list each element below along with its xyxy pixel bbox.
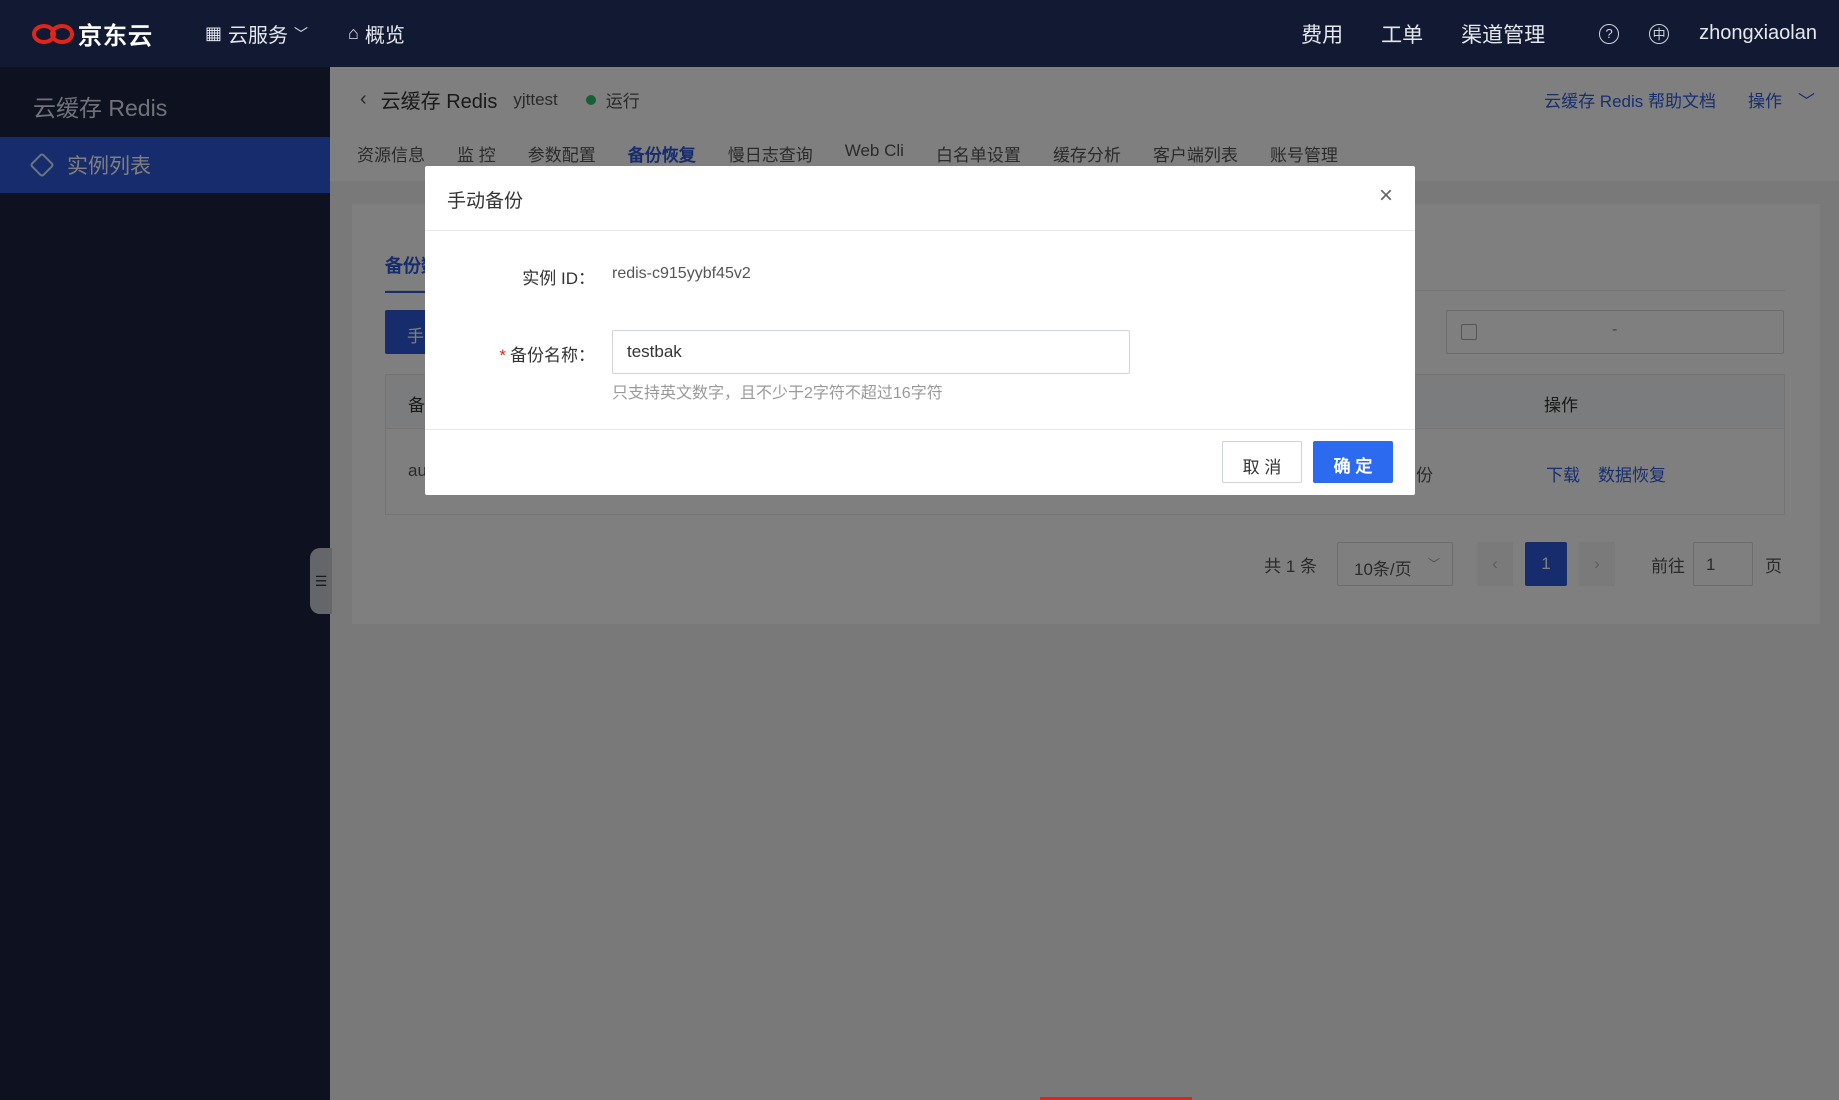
- help-icon[interactable]: ?: [1599, 23, 1620, 44]
- dialog-footer: 取 消 确 定: [425, 429, 1415, 495]
- instance-id-label: 实例 ID：: [522, 269, 595, 288]
- backup-name-hint: 只支持英文数字，且不少于2字符不超过16字符: [612, 385, 943, 402]
- nav-billing[interactable]: 费用: [1301, 19, 1343, 49]
- chevron-down-icon: ﹀: [294, 25, 309, 42]
- nav-tickets[interactable]: 工单: [1381, 19, 1423, 49]
- backup-name-label-text: 备份名称：: [510, 346, 595, 365]
- dialog-title: 手动备份: [447, 191, 524, 212]
- dialog-header: 手动备份 ×: [425, 166, 1415, 231]
- nav-overview[interactable]: ⌂ 概览: [348, 19, 405, 48]
- nav-cloud-services-label: 云服务: [228, 25, 289, 47]
- instance-id-value: redis-c915yybf45v2: [612, 265, 751, 282]
- nav-channel-management[interactable]: 渠道管理: [1461, 19, 1545, 49]
- username[interactable]: zhongxiaolan: [1699, 22, 1817, 45]
- home-icon: ⌂: [348, 23, 359, 43]
- jdcloud-logo[interactable]: 京东云: [32, 16, 153, 51]
- nav-overview-label: 概览: [364, 25, 405, 47]
- backup-name-label: * 备份名称：: [395, 341, 595, 366]
- cancel-button[interactable]: 取 消: [1222, 441, 1302, 483]
- jdcloud-logo-icon: [32, 22, 76, 46]
- logo-text: 京东云: [78, 23, 153, 50]
- grid-icon: ▦: [205, 23, 223, 43]
- backup-name-input[interactable]: testbak: [612, 330, 1130, 374]
- language-icon[interactable]: 中: [1649, 23, 1670, 44]
- nav-cloud-services[interactable]: ▦ 云服务 ﹀: [205, 19, 308, 48]
- manual-backup-dialog: 手动备份 × 实例 ID： redis-c915yybf45v2 * 备份名称： …: [425, 166, 1415, 495]
- close-icon[interactable]: ×: [1379, 182, 1393, 210]
- top-navbar: 京东云 ▦ 云服务 ﹀ ⌂ 概览 费用 工单 渠道管理 ? 中 zhongxia…: [0, 0, 1839, 67]
- required-mark: *: [499, 346, 506, 365]
- confirm-button[interactable]: 确 定: [1313, 441, 1393, 483]
- top-right-nav: 费用 工单 渠道管理 ? 中 zhongxiaolan: [1263, 0, 1817, 67]
